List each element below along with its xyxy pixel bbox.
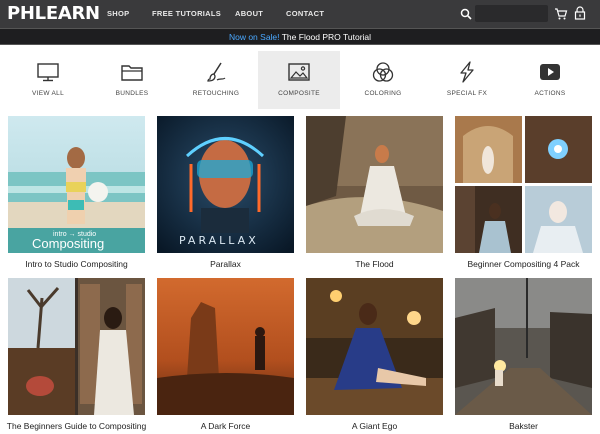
product-title[interactable]: Intro to Studio Compositing — [3, 259, 150, 269]
image-icon — [288, 63, 310, 81]
promo-text[interactable]: The Flood PRO Tutorial — [280, 32, 371, 42]
thumbnail-overlay-title: PARALLAX — [179, 234, 259, 247]
category-bundles[interactable]: BUNDLES — [91, 51, 173, 109]
category-label: ACTIONS — [534, 90, 566, 97]
search-input[interactable] — [475, 5, 548, 22]
product-title[interactable]: A Giant Ego — [301, 421, 448, 431]
category-retouching[interactable]: RETOUCHING — [175, 51, 257, 109]
nav-contact[interactable]: CONTACT — [286, 0, 324, 28]
category-label: COMPOSITE — [278, 90, 320, 97]
category-special-fx[interactable]: SPECIAL FX — [426, 51, 508, 109]
product-title[interactable]: Bakster — [450, 421, 597, 431]
product-card-a-giant-ego[interactable]: A Giant Ego — [306, 278, 443, 434]
category-filter-row: VIEW ALL BUNDLES RETOUCHING COMPOSITE CO… — [7, 51, 593, 109]
product-thumbnail[interactable] — [8, 278, 145, 415]
category-label: RETOUCHING — [192, 90, 240, 97]
product-card-the-flood[interactable]: The Flood — [306, 116, 443, 276]
cart-icon[interactable] — [554, 7, 568, 21]
account-lock-icon[interactable] — [574, 6, 586, 20]
product-title[interactable]: A Dark Force — [152, 421, 299, 431]
category-composite[interactable]: COMPOSITE — [258, 51, 340, 109]
category-label: VIEW ALL — [31, 90, 65, 97]
product-thumbnail[interactable] — [306, 116, 443, 253]
phlearn-logo[interactable]: PHLEARN — [7, 3, 100, 25]
top-navigation-bar: PHLEARN SHOP FREE TUTORIALS ABOUT CONTAC… — [0, 0, 600, 28]
product-title[interactable]: The Flood — [301, 259, 448, 269]
color-circles-icon — [372, 62, 394, 82]
category-coloring[interactable]: COLORING — [342, 51, 424, 109]
play-icon — [540, 64, 560, 80]
product-title[interactable]: Parallax — [152, 259, 299, 269]
search-icon[interactable] — [460, 8, 472, 20]
product-thumbnail[interactable] — [455, 116, 592, 253]
product-thumbnail[interactable]: PARALLAX — [157, 116, 294, 253]
category-label: COLORING — [364, 90, 402, 97]
category-actions[interactable]: ACTIONS — [509, 51, 591, 109]
product-thumbnail[interactable]: intro → studio Compositing — [8, 116, 145, 253]
category-label: SPECIAL FX — [446, 90, 488, 97]
product-thumbnail[interactable] — [455, 278, 592, 415]
product-thumbnail[interactable] — [306, 278, 443, 415]
product-card-bakster[interactable]: Bakster — [455, 278, 592, 434]
category-view-all[interactable]: VIEW ALL — [7, 51, 89, 109]
product-thumbnail[interactable] — [157, 278, 294, 415]
lightning-icon — [460, 61, 474, 83]
nav-about[interactable]: ABOUT — [235, 0, 263, 28]
product-title[interactable]: Beginner Compositing 4 Pack — [450, 259, 597, 269]
product-card-beginner-compositing-4-pack[interactable]: Beginner Compositing 4 Pack — [455, 116, 592, 276]
promo-banner[interactable]: Now on Sale! The Flood PRO Tutorial — [0, 28, 600, 45]
nav-free-tutorials[interactable]: FREE TUTORIALS — [152, 0, 221, 28]
promo-highlight[interactable]: Now on Sale! — [229, 32, 280, 42]
product-card-a-dark-force[interactable]: A Dark Force — [157, 278, 294, 434]
folder-icon — [121, 65, 143, 81]
thumbnail-overlay-title: Compositing — [32, 236, 104, 251]
brush-icon — [207, 62, 226, 82]
product-card-beginners-guide-compositing[interactable]: The Beginners Guide to Compositing — [7, 278, 146, 434]
monitor-icon — [37, 63, 59, 82]
category-label: BUNDLES — [115, 90, 149, 97]
product-card-intro-studio-compositing[interactable]: intro → studio Compositing Intro to Stud… — [8, 116, 145, 276]
product-card-parallax[interactable]: PARALLAX Parallax — [157, 116, 294, 276]
nav-shop[interactable]: SHOP — [107, 0, 129, 28]
product-title[interactable]: The Beginners Guide to Compositing — [3, 421, 150, 431]
